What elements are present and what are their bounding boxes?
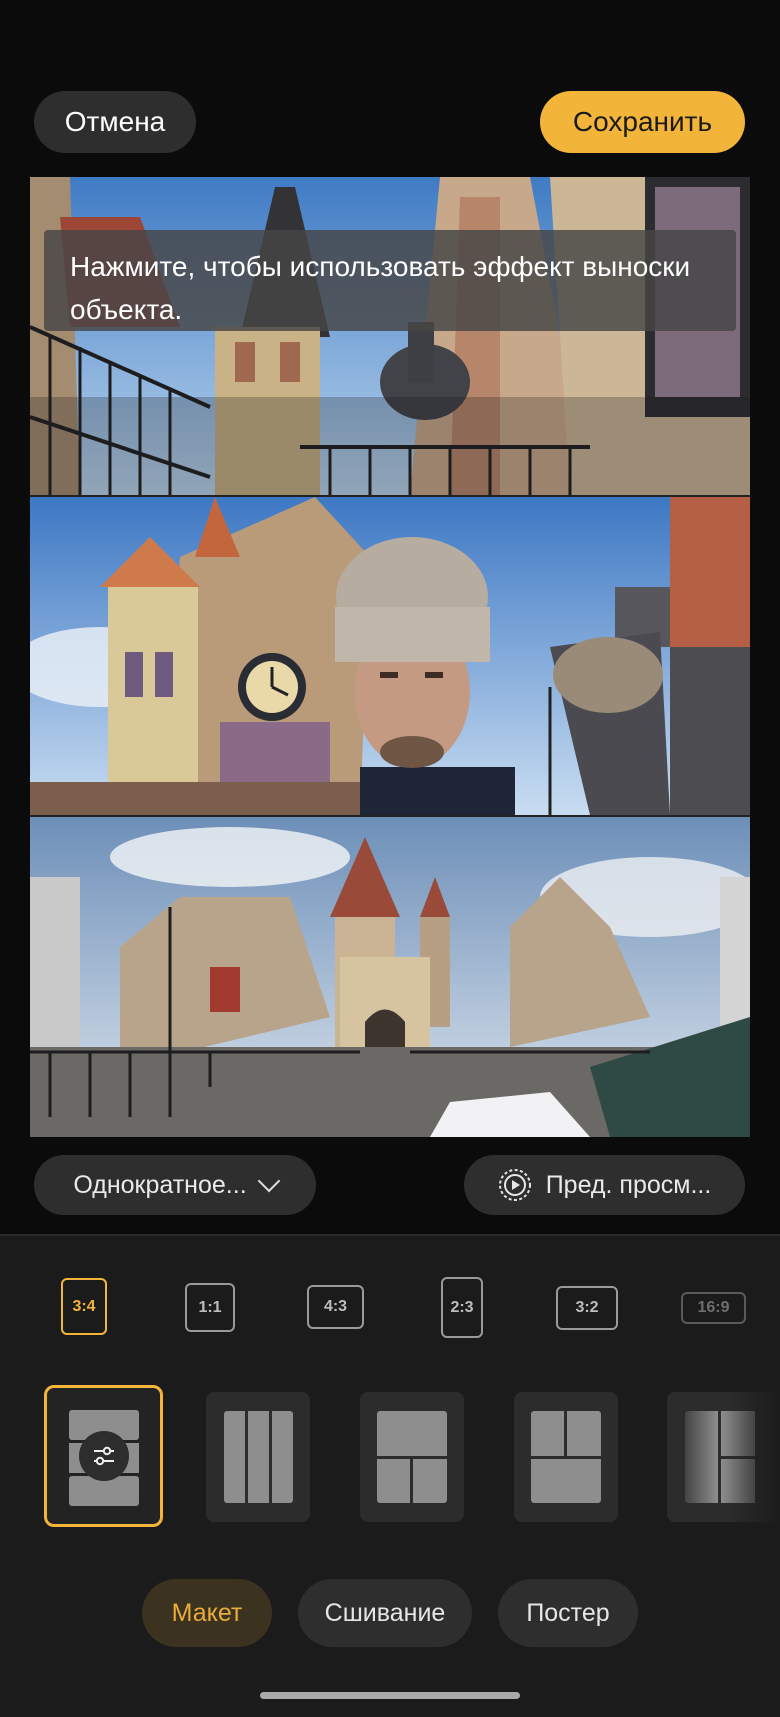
preview-button[interactable]: Пред. просм... — [464, 1155, 745, 1215]
ratio-2-3[interactable]: 2:3 — [441, 1277, 483, 1338]
mode-dropdown[interactable]: Однократное... — [34, 1155, 316, 1215]
layout-one-top-two-bottom[interactable] — [360, 1392, 464, 1522]
tab-stitching[interactable]: Сшивание — [298, 1579, 472, 1647]
save-button[interactable]: Сохранить — [540, 91, 745, 153]
ratio-3-2[interactable]: 3:2 — [556, 1286, 618, 1330]
ratio-4-3[interactable]: 4:3 — [307, 1285, 364, 1329]
subject-callout-hint[interactable]: Нажмите, чтобы использовать эффект вынос… — [44, 230, 736, 331]
home-indicator[interactable] — [260, 1692, 520, 1699]
layout-three-rows[interactable] — [44, 1385, 163, 1527]
collage-photo-3[interactable] — [30, 817, 750, 1137]
chevron-down-icon — [257, 1169, 280, 1193]
photo-castle-statue — [30, 177, 750, 495]
layout-two-top-one-bottom[interactable] — [514, 1392, 618, 1522]
photo-selfie-castle — [30, 497, 750, 815]
preview-label: Пред. просм... — [545, 1170, 712, 1199]
collage-canvas[interactable]: Нажмите, чтобы использовать эффект вынос… — [30, 177, 750, 1137]
layout-three-columns[interactable] — [206, 1392, 310, 1522]
tab-poster[interactable]: Постер — [498, 1579, 638, 1647]
layout-one-left-two-right[interactable] — [667, 1392, 780, 1522]
collage-photo-2[interactable] — [30, 497, 750, 815]
mode-label: Однократное... — [73, 1170, 247, 1199]
ratio-1-1[interactable]: 1:1 — [185, 1283, 235, 1332]
cancel-button[interactable]: Отмена — [34, 91, 196, 153]
photo-castle-square — [30, 817, 750, 1137]
play-preview-icon — [498, 1169, 531, 1201]
collage-photo-1[interactable]: Нажмите, чтобы использовать эффект вынос… — [30, 177, 750, 495]
tab-layout[interactable]: Макет — [142, 1579, 272, 1647]
ratio-3-4[interactable]: 3:4 — [61, 1278, 107, 1335]
ratio-16-9[interactable]: 16:9 — [681, 1292, 746, 1324]
adjust-sliders-icon[interactable] — [79, 1431, 129, 1481]
